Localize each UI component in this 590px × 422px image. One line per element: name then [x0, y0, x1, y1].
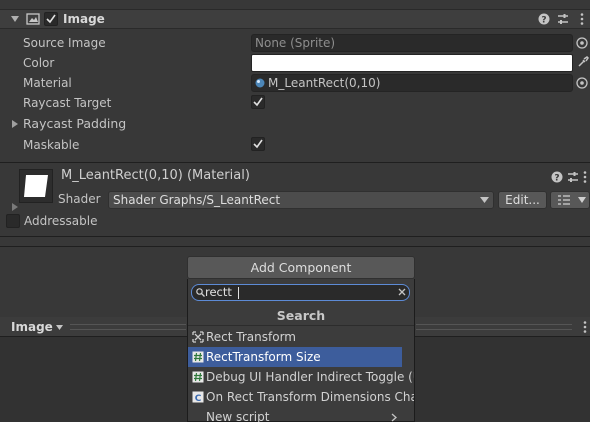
image-component-title: Image — [63, 12, 105, 26]
rect-transform-icon — [192, 331, 204, 343]
result-rect-transform[interactable]: Rect Transform — [188, 327, 414, 347]
foldout-triangle-icon[interactable] — [11, 202, 19, 212]
result-label: On Rect Transform Dimensions Chang — [206, 390, 414, 404]
result-label: RectTransform Size — [206, 350, 321, 364]
material-label: Material — [23, 76, 72, 90]
shader-dropdown[interactable]: Shader Graphs/S_LeantRect — [108, 191, 494, 209]
foldout-triangle-icon[interactable] — [10, 14, 20, 24]
checkmark-icon — [253, 97, 263, 107]
result-debug-ui-handler[interactable]: Debug UI Handler Indirect Toggle (Un — [188, 367, 414, 387]
raycast-padding-foldout[interactable]: Raycast Padding — [23, 116, 126, 131]
object-picker-icon[interactable] — [576, 77, 588, 89]
section-divider — [0, 162, 590, 163]
chevron-down-icon — [578, 197, 586, 203]
source-image-label: Source Image — [23, 36, 106, 50]
edit-shader-button[interactable]: Edit... — [498, 191, 547, 209]
checkmark-icon — [253, 139, 263, 149]
presets-icon[interactable] — [557, 13, 569, 25]
chevron-down-icon — [480, 197, 489, 203]
help-icon[interactable]: ? — [538, 13, 550, 25]
color-swatch-field[interactable] — [251, 54, 573, 72]
section-divider — [0, 236, 590, 237]
addressable-label: Addressable — [24, 214, 98, 228]
checkmark-icon — [46, 14, 56, 24]
search-header: Search — [188, 306, 414, 326]
preview-drag-handle[interactable] — [416, 324, 572, 330]
result-label: New script — [206, 410, 270, 422]
foldout-triangle-icon[interactable] — [11, 119, 19, 129]
kebab-menu-icon[interactable] — [582, 320, 588, 334]
svg-text:?: ? — [554, 174, 559, 184]
event-icon: C — [192, 391, 204, 403]
result-on-rect-transform-dimensions[interactable]: C On Rect Transform Dimensions Chang — [188, 387, 414, 407]
raycast-target-label: Raycast Target — [23, 96, 112, 110]
clear-search-icon[interactable] — [398, 288, 406, 296]
result-recttransform-size[interactable]: RectTransform Size — [188, 347, 402, 367]
shader-dropdown-value: Shader Graphs/S_LeantRect — [113, 193, 281, 207]
chevron-right-icon — [391, 413, 397, 422]
source-image-value: None (Sprite) — [255, 36, 336, 50]
add-component-label: Add Component — [250, 260, 352, 275]
result-label: Debug UI Handler Indirect Toggle (Un — [206, 370, 414, 384]
svg-text:C: C — [195, 394, 202, 403]
material-sphere-icon — [255, 78, 265, 88]
color-label: Color — [23, 56, 55, 70]
presets-icon[interactable] — [567, 171, 579, 183]
section-divider — [0, 246, 590, 247]
search-header-label: Search — [276, 308, 326, 323]
source-image-field[interactable]: None (Sprite) — [251, 34, 573, 52]
addressable-checkbox[interactable] — [6, 214, 20, 228]
image-component-icon — [26, 13, 40, 25]
help-icon[interactable]: ? — [551, 171, 563, 183]
kebab-menu-icon[interactable] — [582, 170, 588, 184]
kebab-menu-icon[interactable] — [579, 12, 585, 26]
text-caret — [238, 287, 239, 299]
results-list: Rect Transform RectTransform Size Debug … — [188, 327, 414, 422]
material-title: M_LeantRect(0,10) (Material) — [61, 168, 250, 183]
new-script-item[interactable]: New script — [188, 407, 414, 422]
script-hash-icon — [192, 371, 204, 383]
svg-text:?: ? — [541, 16, 546, 26]
eyedropper-icon[interactable] — [577, 56, 589, 68]
script-hash-icon — [192, 351, 204, 363]
result-label: Rect Transform — [206, 330, 296, 344]
maskable-label: Maskable — [23, 138, 80, 152]
add-component-button[interactable]: Add Component — [187, 256, 415, 279]
preview-title-dropdown[interactable]: Image — [11, 320, 53, 334]
component-search-value: rectt — [205, 285, 232, 299]
material-preview-icon — [24, 175, 48, 197]
search-icon — [196, 288, 205, 297]
preview-drag-handle[interactable] — [70, 324, 186, 330]
shader-label: Shader — [58, 192, 101, 206]
chevron-down-icon — [56, 325, 63, 330]
object-picker-icon[interactable] — [576, 37, 588, 49]
material-field[interactable]: M_LeantRect(0,10) — [251, 74, 573, 92]
edit-shader-label: Edit... — [505, 193, 540, 207]
material-value: M_LeantRect(0,10) — [268, 76, 381, 90]
list-icon — [558, 195, 570, 205]
